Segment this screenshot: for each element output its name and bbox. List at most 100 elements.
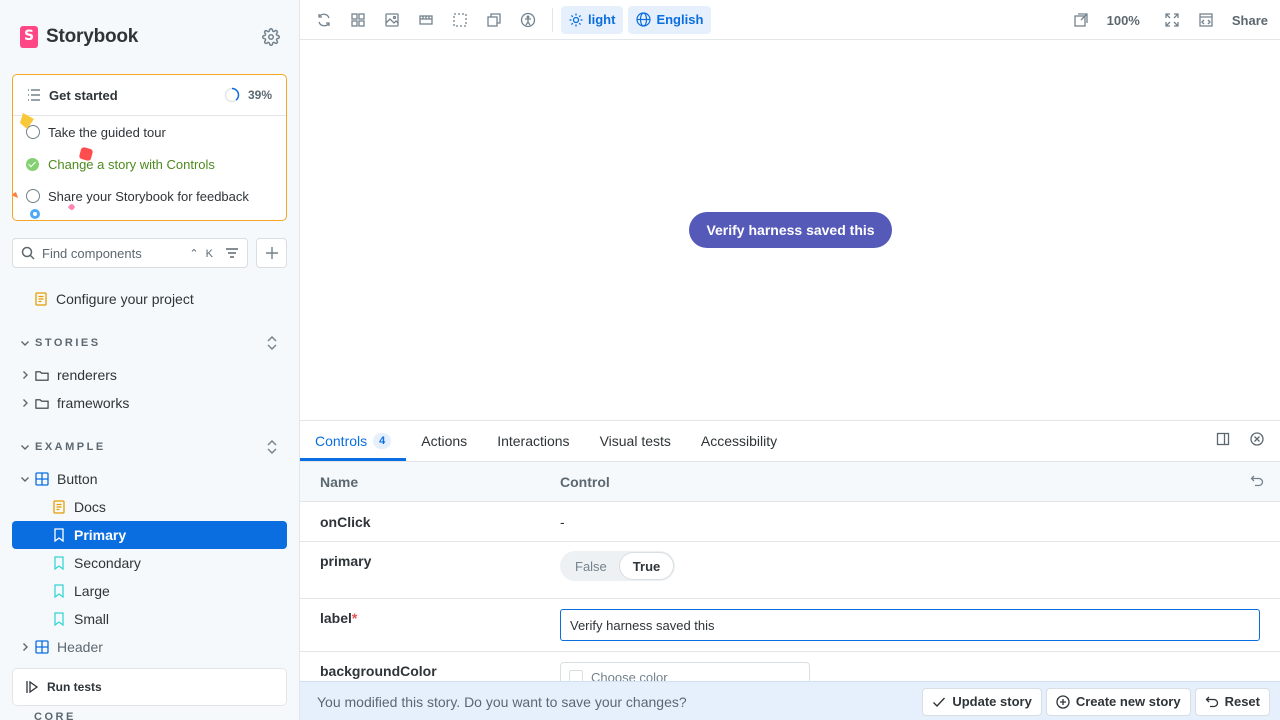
toolbar-right: 100% Share	[1061, 0, 1280, 40]
locale-label: English	[656, 12, 704, 27]
filter-icon[interactable]	[225, 246, 239, 260]
undo-icon	[1205, 696, 1218, 707]
create-new-story-button[interactable]	[256, 238, 287, 268]
story-primary-button[interactable]: Verify harness saved this	[689, 212, 892, 248]
tab-actions[interactable]: Actions	[406, 421, 482, 461]
storybook-logo[interactable]: Storybook	[20, 26, 138, 48]
tree-item-configure[interactable]: Configure your project	[12, 285, 287, 313]
tab-visual-tests[interactable]: Visual tests	[585, 421, 686, 461]
chevron-right-icon	[23, 399, 28, 407]
storybook-logo-icon	[20, 26, 38, 48]
close-icon[interactable]	[1250, 432, 1264, 446]
tree-item-label: Primary	[74, 527, 127, 543]
tab-interactions[interactable]: Interactions	[482, 421, 584, 461]
theme-toggle[interactable]: light	[561, 5, 624, 34]
toolbar-divider	[552, 7, 553, 32]
tree-item-button[interactable]: Button	[12, 465, 287, 493]
expand-collapse-icon[interactable]	[265, 439, 279, 455]
transparency-icon[interactable]	[480, 6, 508, 34]
sidebar: Storybook Get started 39% Take the guide…	[0, 0, 300, 720]
controls-count-badge: 4	[373, 433, 392, 449]
arg-row-label: label* Verify harness saved this	[300, 599, 1280, 652]
grid-icon[interactable]	[344, 6, 372, 34]
story-canvas: Verify harness saved this	[300, 40, 1280, 420]
tree-item-label: Configure your project	[56, 291, 194, 307]
arg-name: onClick	[320, 514, 371, 530]
boolean-toggle[interactable]: False True	[560, 551, 676, 581]
share-button[interactable]: Share	[1220, 13, 1280, 28]
toggle-true[interactable]: True	[619, 553, 674, 579]
reset-controls-icon[interactable]	[1250, 474, 1264, 488]
tree-item-label: Button	[57, 471, 98, 487]
chevron-right-icon	[23, 643, 28, 651]
tree-item-label: Secondary	[74, 555, 141, 571]
section-example[interactable]: EXAMPLE	[12, 435, 287, 459]
tree-item-secondary[interactable]: Secondary	[12, 549, 287, 577]
required-marker: *	[351, 610, 358, 626]
tree-item-renderers[interactable]: renderers	[12, 361, 287, 389]
tree-item-small[interactable]: Small	[12, 605, 287, 633]
tree-item-label: Docs	[74, 499, 106, 515]
fullscreen-icon[interactable]	[1158, 6, 1186, 34]
save-message: You modified this story. Do you want to …	[317, 693, 687, 710]
arg-row-onclick: onClick -	[300, 502, 1280, 542]
section-label: STORIES	[35, 337, 101, 349]
outline-icon[interactable]	[446, 6, 474, 34]
code-window-icon[interactable]	[1192, 6, 1220, 34]
gear-icon[interactable]	[262, 28, 280, 46]
button-label: Create new story	[1075, 694, 1181, 709]
run-tests-button[interactable]: Run tests	[12, 668, 287, 706]
toggle-false[interactable]: False	[562, 553, 620, 579]
document-icon	[52, 500, 66, 514]
confetti-decoration	[13, 113, 93, 219]
preview-toolbar: light English 100% Share	[300, 0, 1280, 40]
search-icon	[21, 246, 35, 260]
brand-name: Storybook	[46, 26, 139, 47]
section-label: CORE	[34, 711, 76, 720]
folder-icon	[35, 396, 49, 410]
reload-icon[interactable]	[310, 6, 338, 34]
tree-item-primary[interactable]: Primary	[12, 521, 287, 549]
viewport-icon[interactable]	[412, 6, 440, 34]
column-control: Control	[560, 473, 610, 490]
column-name: Name	[320, 473, 359, 490]
update-story-button[interactable]: Update story	[922, 687, 1042, 716]
locale-toggle[interactable]: English	[628, 5, 712, 34]
tab-label: Controls	[315, 433, 368, 449]
tree-item-label: Header	[57, 639, 103, 655]
open-in-new-tab-icon[interactable]	[1067, 6, 1095, 34]
arg-name: label*	[320, 610, 358, 626]
search-input[interactable]: Find components	[42, 246, 189, 261]
tree-item-header[interactable]: Header	[12, 633, 287, 661]
sun-icon	[569, 13, 583, 26]
section-core[interactable]: CORE	[12, 709, 287, 720]
label-text-input[interactable]: Verify harness saved this	[560, 609, 1260, 641]
tab-label: Interactions	[497, 433, 570, 449]
globe-icon	[636, 12, 652, 27]
tree-item-frameworks[interactable]: frameworks	[12, 389, 287, 417]
section-stories[interactable]: STORIES	[12, 331, 287, 355]
tab-label: Accessibility	[700, 433, 778, 449]
tree-item-large[interactable]: Large	[12, 577, 287, 605]
tab-label: Actions	[421, 433, 468, 449]
panel-actions	[1216, 432, 1264, 446]
arg-row-primary: primary False True	[300, 542, 1280, 599]
button-label: Update story	[952, 694, 1032, 709]
tree-item-docs[interactable]: Docs	[12, 493, 287, 521]
button-label: Reset	[1224, 694, 1260, 709]
search-bar[interactable]: Find components ⌃ K	[12, 238, 248, 268]
accessibility-icon[interactable]	[514, 6, 542, 34]
tab-controls[interactable]: Controls 4	[300, 421, 407, 461]
tab-accessibility[interactable]: Accessibility	[686, 421, 792, 461]
panel-orientation-icon[interactable]	[1216, 432, 1230, 446]
zoom-level[interactable]: 100%	[1095, 13, 1152, 28]
expand-collapse-icon[interactable]	[265, 335, 279, 351]
tree-item-label: Small	[74, 611, 110, 627]
save-changes-bar: You modified this story. Do you want to …	[300, 681, 1280, 720]
create-new-story-button[interactable]: Create new story	[1045, 687, 1191, 716]
section-label: EXAMPLE	[35, 441, 106, 453]
onboarding-checklist: Get started 39% Take the guided tour Cha…	[12, 74, 287, 221]
addon-tabs: Controls 4 Actions Interactions Visual t…	[300, 421, 1280, 462]
reset-button[interactable]: Reset	[1194, 687, 1270, 716]
background-icon[interactable]	[378, 6, 406, 34]
